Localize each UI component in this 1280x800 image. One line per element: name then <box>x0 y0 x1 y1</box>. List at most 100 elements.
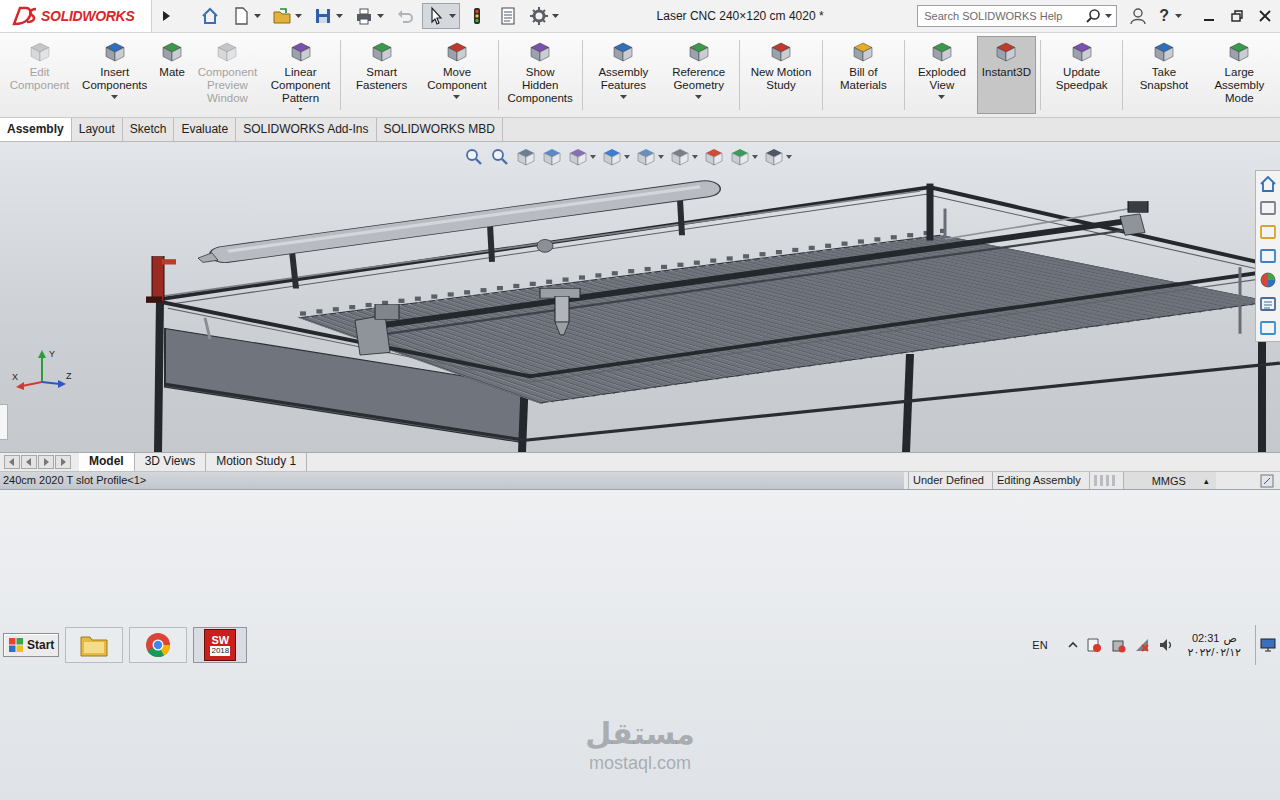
ribbon-button[interactable]: Take Snapshot <box>1127 36 1200 114</box>
user-icon[interactable] <box>1129 7 1147 25</box>
tab-scroll-arrow-icon[interactable] <box>38 455 54 469</box>
view-tool-button[interactable] <box>515 146 537 168</box>
dropdown-arrow-icon[interactable] <box>786 155 792 159</box>
network-icon[interactable] <box>1134 637 1150 653</box>
language-indicator[interactable]: EN <box>1032 639 1047 651</box>
ribbon-button[interactable]: Smart Fasteners <box>345 36 418 114</box>
close-icon[interactable] <box>1258 9 1272 23</box>
minimize-icon[interactable] <box>1202 9 1216 23</box>
restore-icon[interactable] <box>1230 9 1244 23</box>
view-tool-button[interactable] <box>601 146 631 168</box>
ribbon-button[interactable]: Large Assembly Mode <box>1203 36 1276 114</box>
dropdown-arrow-icon[interactable] <box>938 95 945 100</box>
dropdown-arrow-icon[interactable] <box>552 14 559 19</box>
graphics-area[interactable]: YXZ <box>0 142 1280 452</box>
start-button[interactable]: Start <box>3 633 59 657</box>
ribbon-button[interactable]: Mate <box>154 36 190 114</box>
view-tool-button[interactable] <box>489 146 511 168</box>
ribbon-button[interactable]: Component Preview Window <box>192 36 263 114</box>
quick-access-button[interactable] <box>494 3 522 29</box>
ribbon-button[interactable]: Update Speedpak <box>1045 36 1118 114</box>
dropdown-arrow-icon[interactable] <box>620 95 627 100</box>
tab-scroll-arrow-icon[interactable] <box>55 455 71 469</box>
ribbon-button[interactable]: New Motion Study <box>744 36 817 114</box>
dropdown-arrow-icon[interactable] <box>377 14 384 19</box>
view-tool-button[interactable] <box>763 146 793 168</box>
ribbon-button[interactable]: Instant3D <box>977 36 1036 114</box>
dropdown-arrow-icon[interactable] <box>1175 14 1182 19</box>
laser-head[interactable] <box>540 288 580 334</box>
dropdown-arrow-icon[interactable] <box>449 14 456 19</box>
model-view-tab[interactable]: Model <box>79 453 135 471</box>
task-pane-tab[interactable] <box>1259 317 1277 339</box>
show-desktop-button[interactable] <box>1255 625 1280 665</box>
dropdown-arrow-icon[interactable] <box>590 155 596 159</box>
model-view-tab[interactable]: 3D Views <box>135 453 206 471</box>
taskbar-app[interactable] <box>65 627 123 663</box>
dropdown-arrow-icon[interactable] <box>297 108 304 111</box>
laser-tube[interactable] <box>198 187 705 289</box>
view-tool-button[interactable] <box>463 146 485 168</box>
red-component[interactable] <box>146 257 176 303</box>
help-button[interactable]: ? <box>1159 7 1169 25</box>
quick-access-button[interactable] <box>268 3 306 29</box>
view-tool-button[interactable] <box>541 146 563 168</box>
reference-triad[interactable]: YXZ <box>10 346 74 400</box>
ribbon-button[interactable]: Reference Geometry <box>662 36 735 114</box>
search-field[interactable]: Search SOLIDWORKS Help <box>917 5 1117 27</box>
dropdown-arrow-icon[interactable] <box>254 14 261 19</box>
action-center-icon[interactable] <box>1086 637 1102 653</box>
task-pane-tab[interactable] <box>1259 221 1277 243</box>
tab[interactable]: SOLIDWORKS Add-Ins <box>236 118 376 141</box>
dropdown-arrow-icon[interactable] <box>752 155 758 159</box>
ribbon-button[interactable]: Exploded View <box>909 36 975 114</box>
dropdown-arrow-icon[interactable] <box>1105 14 1112 19</box>
quick-access-button[interactable] <box>463 3 491 29</box>
show-hidden-icons-icon[interactable] <box>1068 640 1078 650</box>
quick-access-button[interactable] <box>391 3 419 29</box>
view-tool-button[interactable] <box>729 146 759 168</box>
feature-tree-flyout-tab[interactable] <box>0 404 8 440</box>
gantry[interactable] <box>355 214 1145 355</box>
view-tool-button[interactable] <box>703 146 725 168</box>
ribbon-button[interactable]: Move Component <box>420 36 493 114</box>
quick-access-button[interactable] <box>350 3 388 29</box>
task-pane-tab[interactable] <box>1259 293 1277 315</box>
dropdown-arrow-icon[interactable] <box>453 95 460 100</box>
magnifier-icon[interactable] <box>1085 8 1101 24</box>
quick-access-button[interactable] <box>525 3 563 29</box>
dropdown-arrow-icon[interactable] <box>295 14 302 19</box>
dropdown-arrow-icon[interactable] <box>695 95 702 100</box>
ribbon-button[interactable]: Edit Component <box>4 36 75 114</box>
dropdown-arrow-icon[interactable] <box>692 155 698 159</box>
quick-access-button[interactable] <box>309 3 347 29</box>
volume-icon[interactable] <box>1158 637 1174 653</box>
dropdown-arrow-icon[interactable] <box>658 155 664 159</box>
dropdown-arrow-icon[interactable] <box>624 155 630 159</box>
quick-access-button[interactable] <box>422 3 460 29</box>
ribbon-button[interactable]: Linear Component Pattern <box>265 36 336 114</box>
ribbon-button[interactable]: Bill of Materials <box>827 36 900 114</box>
quick-tips-icon[interactable] <box>1260 474 1274 488</box>
ribbon-button[interactable]: Assembly Features <box>587 36 660 114</box>
task-pane-tab[interactable] <box>1259 173 1277 195</box>
tab-scroll-arrow-icon[interactable] <box>21 455 37 469</box>
menu-expand-icon[interactable] <box>160 9 172 23</box>
tab[interactable]: Assembly <box>0 118 72 141</box>
taskbar-app[interactable]: SW2018 <box>193 627 247 663</box>
model-view-tab[interactable]: Motion Study 1 <box>206 453 307 471</box>
quick-access-button[interactable] <box>227 3 265 29</box>
unit-system-button[interactable]: MMGS▴ <box>1123 472 1217 489</box>
view-tool-button[interactable] <box>669 146 699 168</box>
tab[interactable]: Layout <box>72 118 123 141</box>
taskbar-app[interactable] <box>129 627 187 663</box>
ribbon-button[interactable]: Show Hidden Components <box>503 36 578 114</box>
power-icon[interactable] <box>1110 637 1126 653</box>
task-pane-tab[interactable] <box>1259 269 1277 291</box>
ribbon-button[interactable]: Insert Components <box>77 36 152 114</box>
view-tool-button[interactable] <box>567 146 597 168</box>
clock[interactable]: 02:31ص٢٠٢٢/٠٢/١٢ <box>1182 631 1247 659</box>
dropdown-arrow-icon[interactable] <box>336 14 343 19</box>
task-pane-tab[interactable] <box>1259 245 1277 267</box>
quick-access-button[interactable] <box>196 3 224 29</box>
